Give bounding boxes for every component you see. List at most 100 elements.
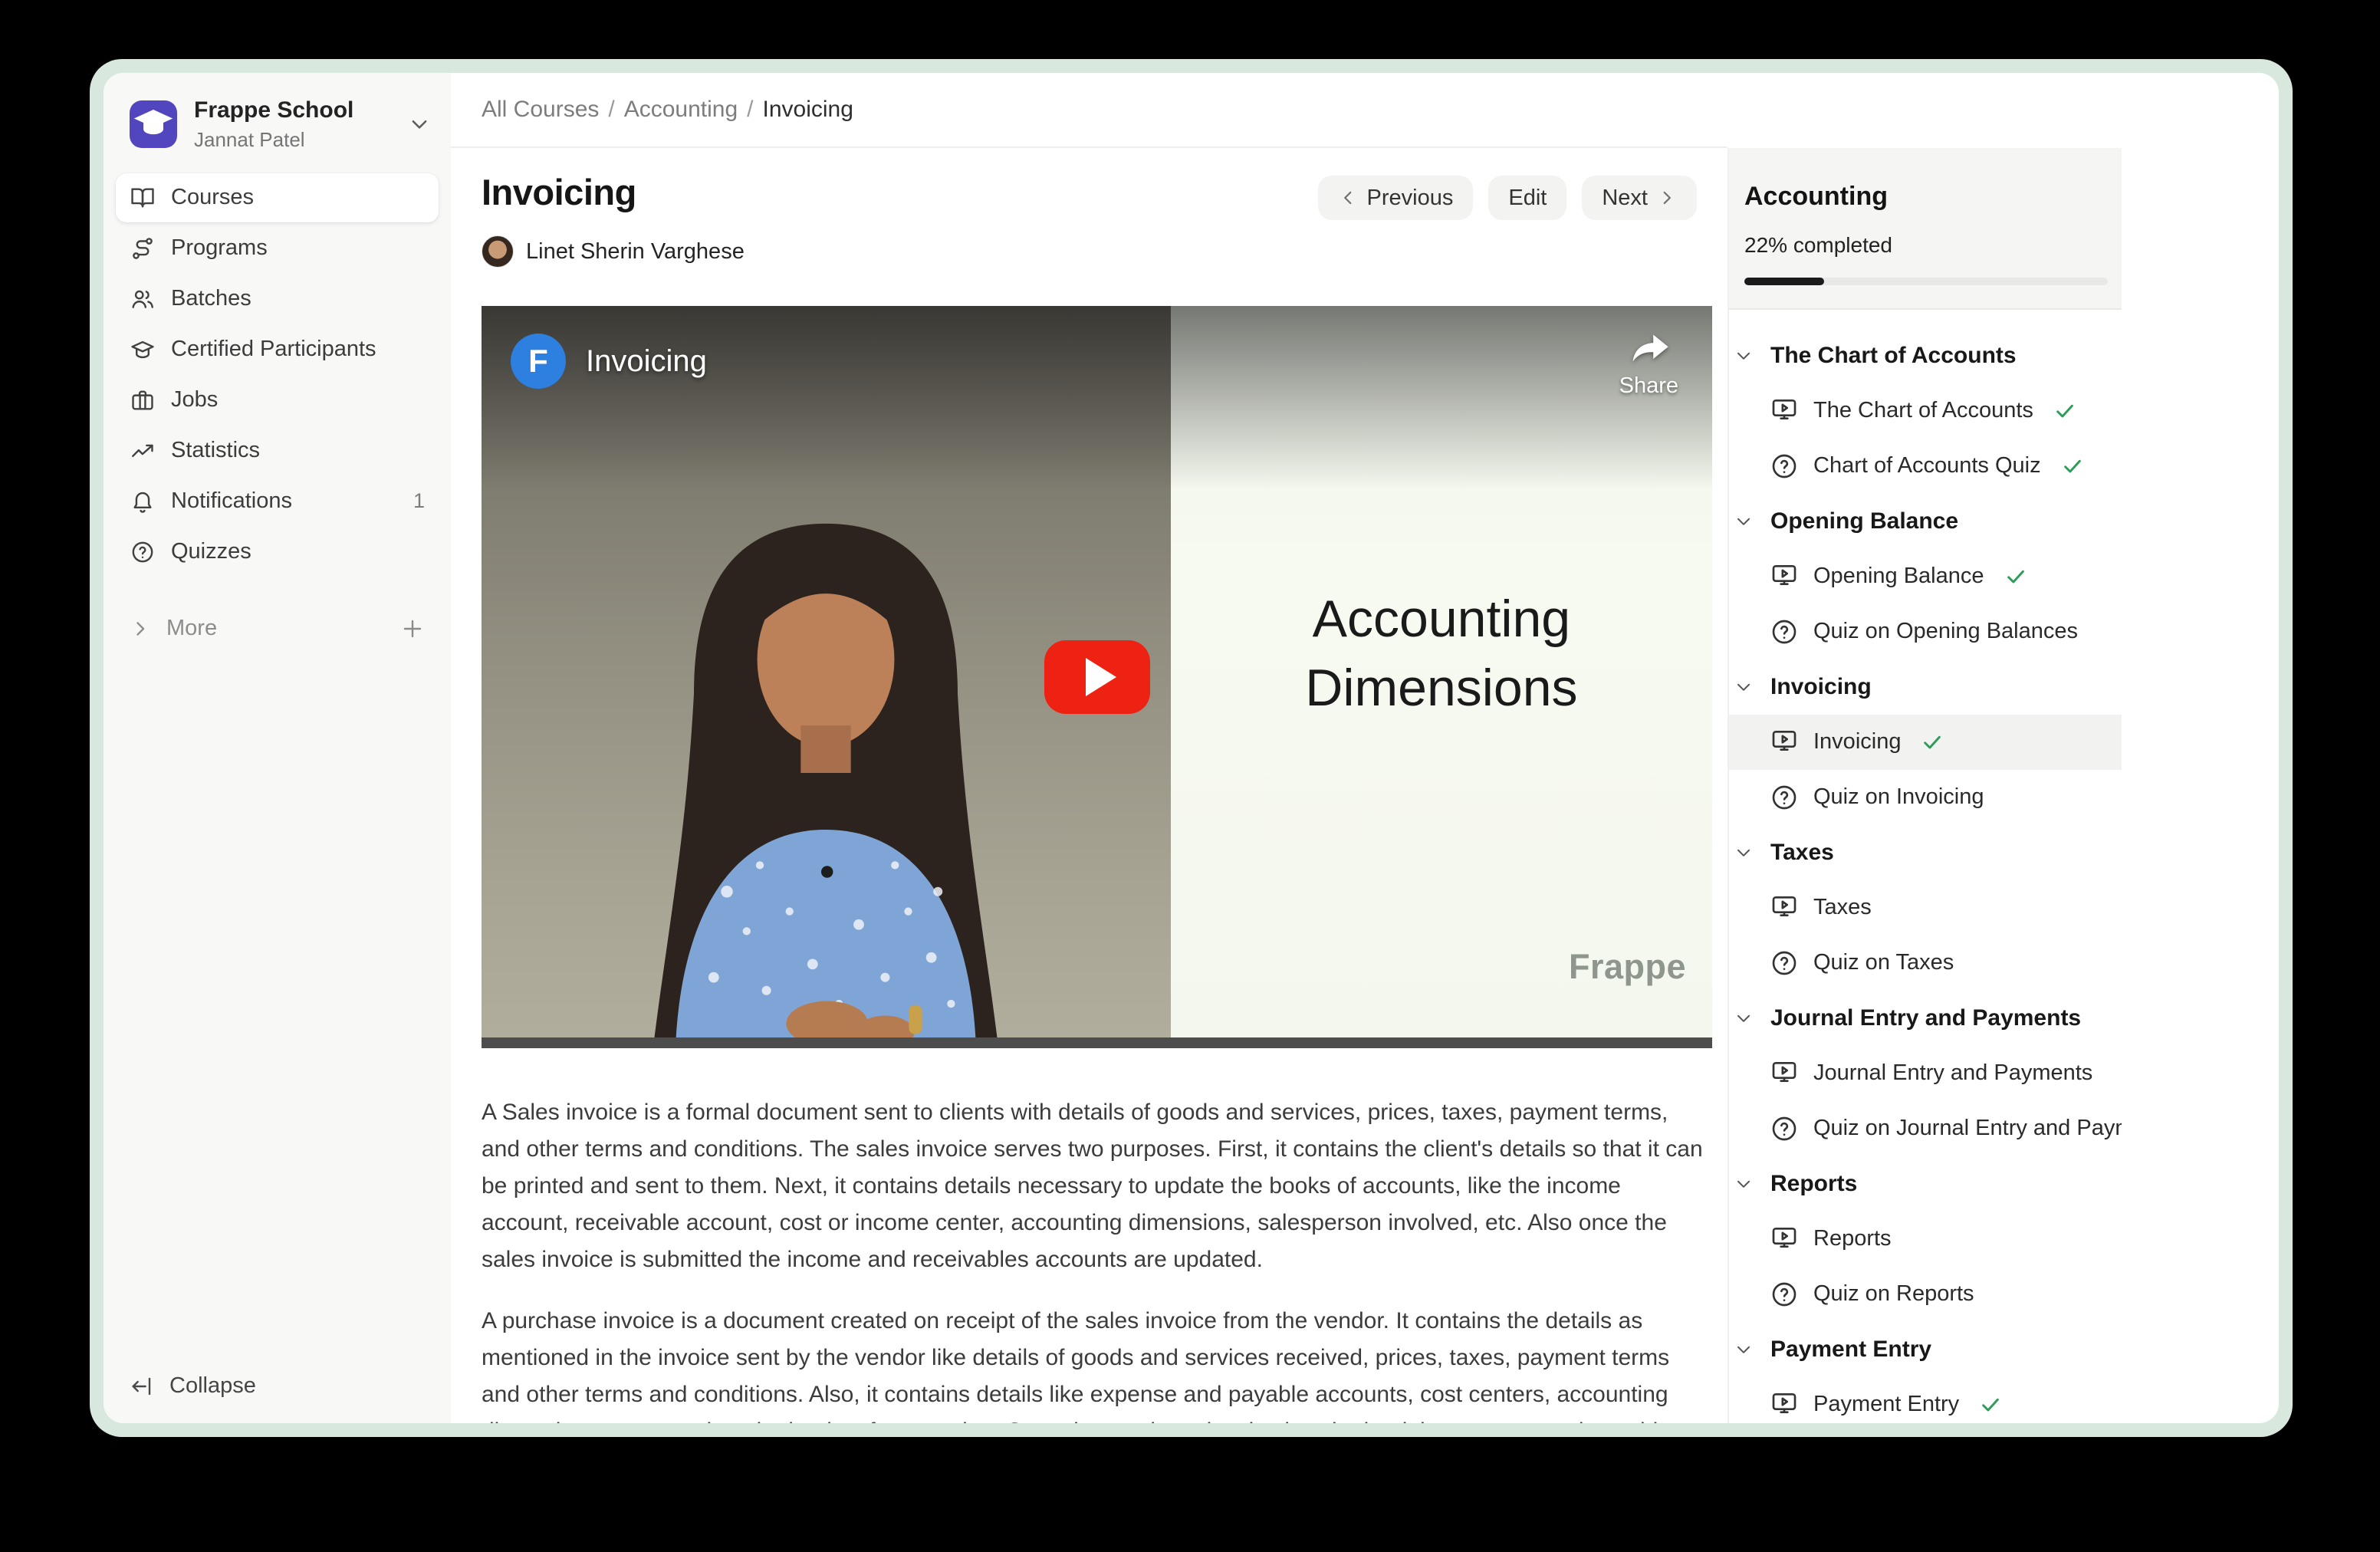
sidebar-item-label: Quizzes bbox=[171, 539, 425, 564]
share-button[interactable]: Share bbox=[1619, 332, 1678, 399]
sidebar-item-label: Notifications bbox=[171, 488, 398, 514]
outline-lesson-the-chart-of-accounts[interactable]: The Chart of Accounts bbox=[1727, 383, 2122, 439]
quiz-icon bbox=[1769, 1113, 1800, 1144]
workspace-user: Jannat Patel bbox=[194, 128, 391, 152]
sidebar-item-label: Jobs bbox=[171, 387, 425, 413]
collapse-label: Collapse bbox=[169, 1373, 256, 1399]
chapter-title: Opening Balance bbox=[1770, 508, 1958, 534]
sidebar-item-notifications[interactable]: Notifications1 bbox=[116, 477, 439, 526]
video-title-overlay[interactable]: F Invoicing bbox=[511, 334, 707, 389]
lesson-body-text: A Sales invoice is a formal document sen… bbox=[482, 1094, 1712, 1423]
check-icon bbox=[1921, 731, 1944, 754]
chapter-the-chart-of-accounts[interactable]: The Chart of Accounts bbox=[1727, 328, 2122, 383]
chapter-reports[interactable]: Reports bbox=[1727, 1156, 2122, 1212]
previous-button-label: Previous bbox=[1367, 186, 1454, 211]
slide-title: Accounting Dimensions bbox=[1305, 585, 1577, 723]
sidebar-collapse-button[interactable]: Collapse bbox=[104, 1373, 451, 1423]
lesson-title: Quiz on Reports bbox=[1813, 1281, 1974, 1307]
sidebar-nav: Courses Programs BatchesCertified Particip… bbox=[104, 173, 451, 577]
lesson-title: Chart of Accounts Quiz bbox=[1813, 453, 2041, 478]
sidebar-item-label: Statistics bbox=[171, 438, 425, 463]
breadcrumb-item-accounting[interactable]: Accounting bbox=[624, 97, 738, 123]
sidebar-item-quizzes[interactable]: Quizzes bbox=[116, 528, 439, 577]
left-sidebar: Frappe School Jannat Patel Courses Progra… bbox=[104, 73, 451, 1423]
video-lesson-icon bbox=[1769, 1058, 1800, 1089]
workspace-switcher[interactable]: Frappe School Jannat Patel bbox=[104, 73, 451, 173]
breadcrumb: All Courses/Accounting/Invoicing bbox=[482, 97, 853, 123]
chapter-taxes[interactable]: Taxes bbox=[1727, 825, 2122, 880]
outline-lesson-invoicing[interactable]: Invoicing bbox=[1727, 715, 2122, 770]
chevron-down-icon bbox=[1734, 1340, 1754, 1360]
outline-lesson-quiz-on-invoicing[interactable]: Quiz on Invoicing bbox=[1727, 770, 2122, 825]
lesson-actions: Previous Edit Next bbox=[1318, 176, 1697, 220]
youtube-play-button[interactable] bbox=[1044, 640, 1150, 714]
sidebar-more-label: More bbox=[166, 616, 385, 641]
chapter-title: Payment Entry bbox=[1770, 1337, 1931, 1363]
sidebar-more-row[interactable]: More bbox=[104, 604, 451, 653]
author-avatar bbox=[482, 235, 514, 268]
plus-icon[interactable] bbox=[400, 617, 425, 641]
previous-button[interactable]: Previous bbox=[1318, 176, 1474, 220]
workspace-text: Frappe School Jannat Patel bbox=[194, 97, 391, 152]
chevron-left-icon bbox=[1338, 188, 1358, 208]
outline-lesson-taxes[interactable]: Taxes bbox=[1727, 880, 2122, 935]
edit-button[interactable]: Edit bbox=[1488, 176, 1566, 220]
outline-lesson-journal-entry-and-payments[interactable]: Journal Entry and Payments bbox=[1727, 1046, 2122, 1101]
outline-lesson-chart-of-accounts-quiz[interactable]: Chart of Accounts Quiz bbox=[1727, 439, 2122, 494]
outline-lesson-quiz-on-journal-entry-and-payments[interactable]: Quiz on Journal Entry and Payments bbox=[1727, 1101, 2122, 1156]
chapter-invoicing[interactable]: Invoicing bbox=[1727, 659, 2122, 715]
breadcrumb-separator: / bbox=[747, 97, 753, 123]
lesson-title: Invoicing bbox=[1813, 729, 1901, 755]
outline-lesson-opening-balance[interactable]: Opening Balance bbox=[1727, 549, 2122, 604]
youtube-video-player[interactable]: Accounting Dimensions Frappe F Invoicing bbox=[482, 306, 1712, 1048]
author-row: Linet Sherin Varghese bbox=[482, 235, 1712, 268]
sidebar-item-jobs[interactable]: Jobs bbox=[116, 376, 439, 425]
users-icon bbox=[130, 286, 156, 312]
lesson-header: Invoicing Previous Edit bbox=[482, 173, 1712, 220]
lesson-title: Payment Entry bbox=[1813, 1392, 1959, 1417]
collapse-sidebar-icon bbox=[130, 1374, 154, 1399]
outline-lesson-payment-entry[interactable]: Payment Entry bbox=[1727, 1377, 2122, 1423]
course-title: Accounting bbox=[1744, 182, 2108, 212]
course-progress-header: Accounting 22% completed bbox=[1727, 148, 2122, 310]
lesson-paragraph: A Sales invoice is a formal document sen… bbox=[482, 1094, 1712, 1278]
next-button[interactable]: Next bbox=[1582, 176, 1697, 220]
chevron-down-icon[interactable] bbox=[408, 113, 431, 136]
workspace-title: Frappe School bbox=[194, 97, 391, 124]
lesson-content: Invoicing Previous Edit bbox=[451, 148, 1727, 1423]
quiz-icon bbox=[1769, 782, 1800, 813]
sidebar-item-label: Programs bbox=[171, 235, 425, 261]
sidebar-item-certified-participants[interactable]: Certified Participants bbox=[116, 325, 439, 374]
lesson-title: Reports bbox=[1813, 1226, 1892, 1251]
progress-label: 22% completed bbox=[1744, 233, 2108, 258]
sidebar-item-batches[interactable]: Batches bbox=[116, 275, 439, 324]
breadcrumb-item-all-courses[interactable]: All Courses bbox=[482, 97, 599, 123]
next-button-label: Next bbox=[1602, 186, 1648, 211]
chapter-journal-entry-and-payments[interactable]: Journal Entry and Payments bbox=[1727, 991, 2122, 1046]
quiz-icon bbox=[1769, 451, 1800, 482]
check-icon bbox=[2053, 400, 2076, 423]
outline-lesson-reports[interactable]: Reports bbox=[1727, 1212, 2122, 1267]
sidebar-item-statistics[interactable]: Statistics bbox=[116, 426, 439, 475]
sidebar-item-programs[interactable]: Programs bbox=[116, 224, 439, 273]
video-lesson-icon bbox=[1769, 561, 1800, 592]
chapter-opening-balance[interactable]: Opening Balance bbox=[1727, 494, 2122, 549]
screenshot-stage: Frappe School Jannat Patel Courses Progra… bbox=[0, 0, 2380, 1552]
outline-lesson-quiz-on-reports[interactable]: Quiz on Reports bbox=[1727, 1267, 2122, 1322]
chevron-right-icon bbox=[130, 618, 151, 640]
share-label: Share bbox=[1619, 373, 1678, 399]
video-lesson-icon bbox=[1769, 1389, 1800, 1420]
outline-lesson-quiz-on-opening-balances[interactable]: Quiz on Opening Balances bbox=[1727, 604, 2122, 659]
presenter-illustration bbox=[529, 410, 1123, 1048]
chevron-down-icon bbox=[1734, 1174, 1754, 1194]
video-lesson-icon bbox=[1769, 1224, 1800, 1254]
bell-icon bbox=[130, 488, 156, 515]
outline-lesson-quiz-on-taxes[interactable]: Quiz on Taxes bbox=[1727, 935, 2122, 991]
chapter-payment-entry[interactable]: Payment Entry bbox=[1727, 1322, 2122, 1377]
app-window-frame: Frappe School Jannat Patel Courses Progra… bbox=[90, 59, 2293, 1437]
quiz-icon bbox=[1769, 1279, 1800, 1310]
quiz-icon bbox=[1769, 948, 1800, 978]
lesson-title: Taxes bbox=[1813, 895, 1872, 920]
sidebar-item-courses[interactable]: Courses bbox=[116, 173, 439, 222]
breadcrumb-separator: / bbox=[608, 97, 614, 123]
